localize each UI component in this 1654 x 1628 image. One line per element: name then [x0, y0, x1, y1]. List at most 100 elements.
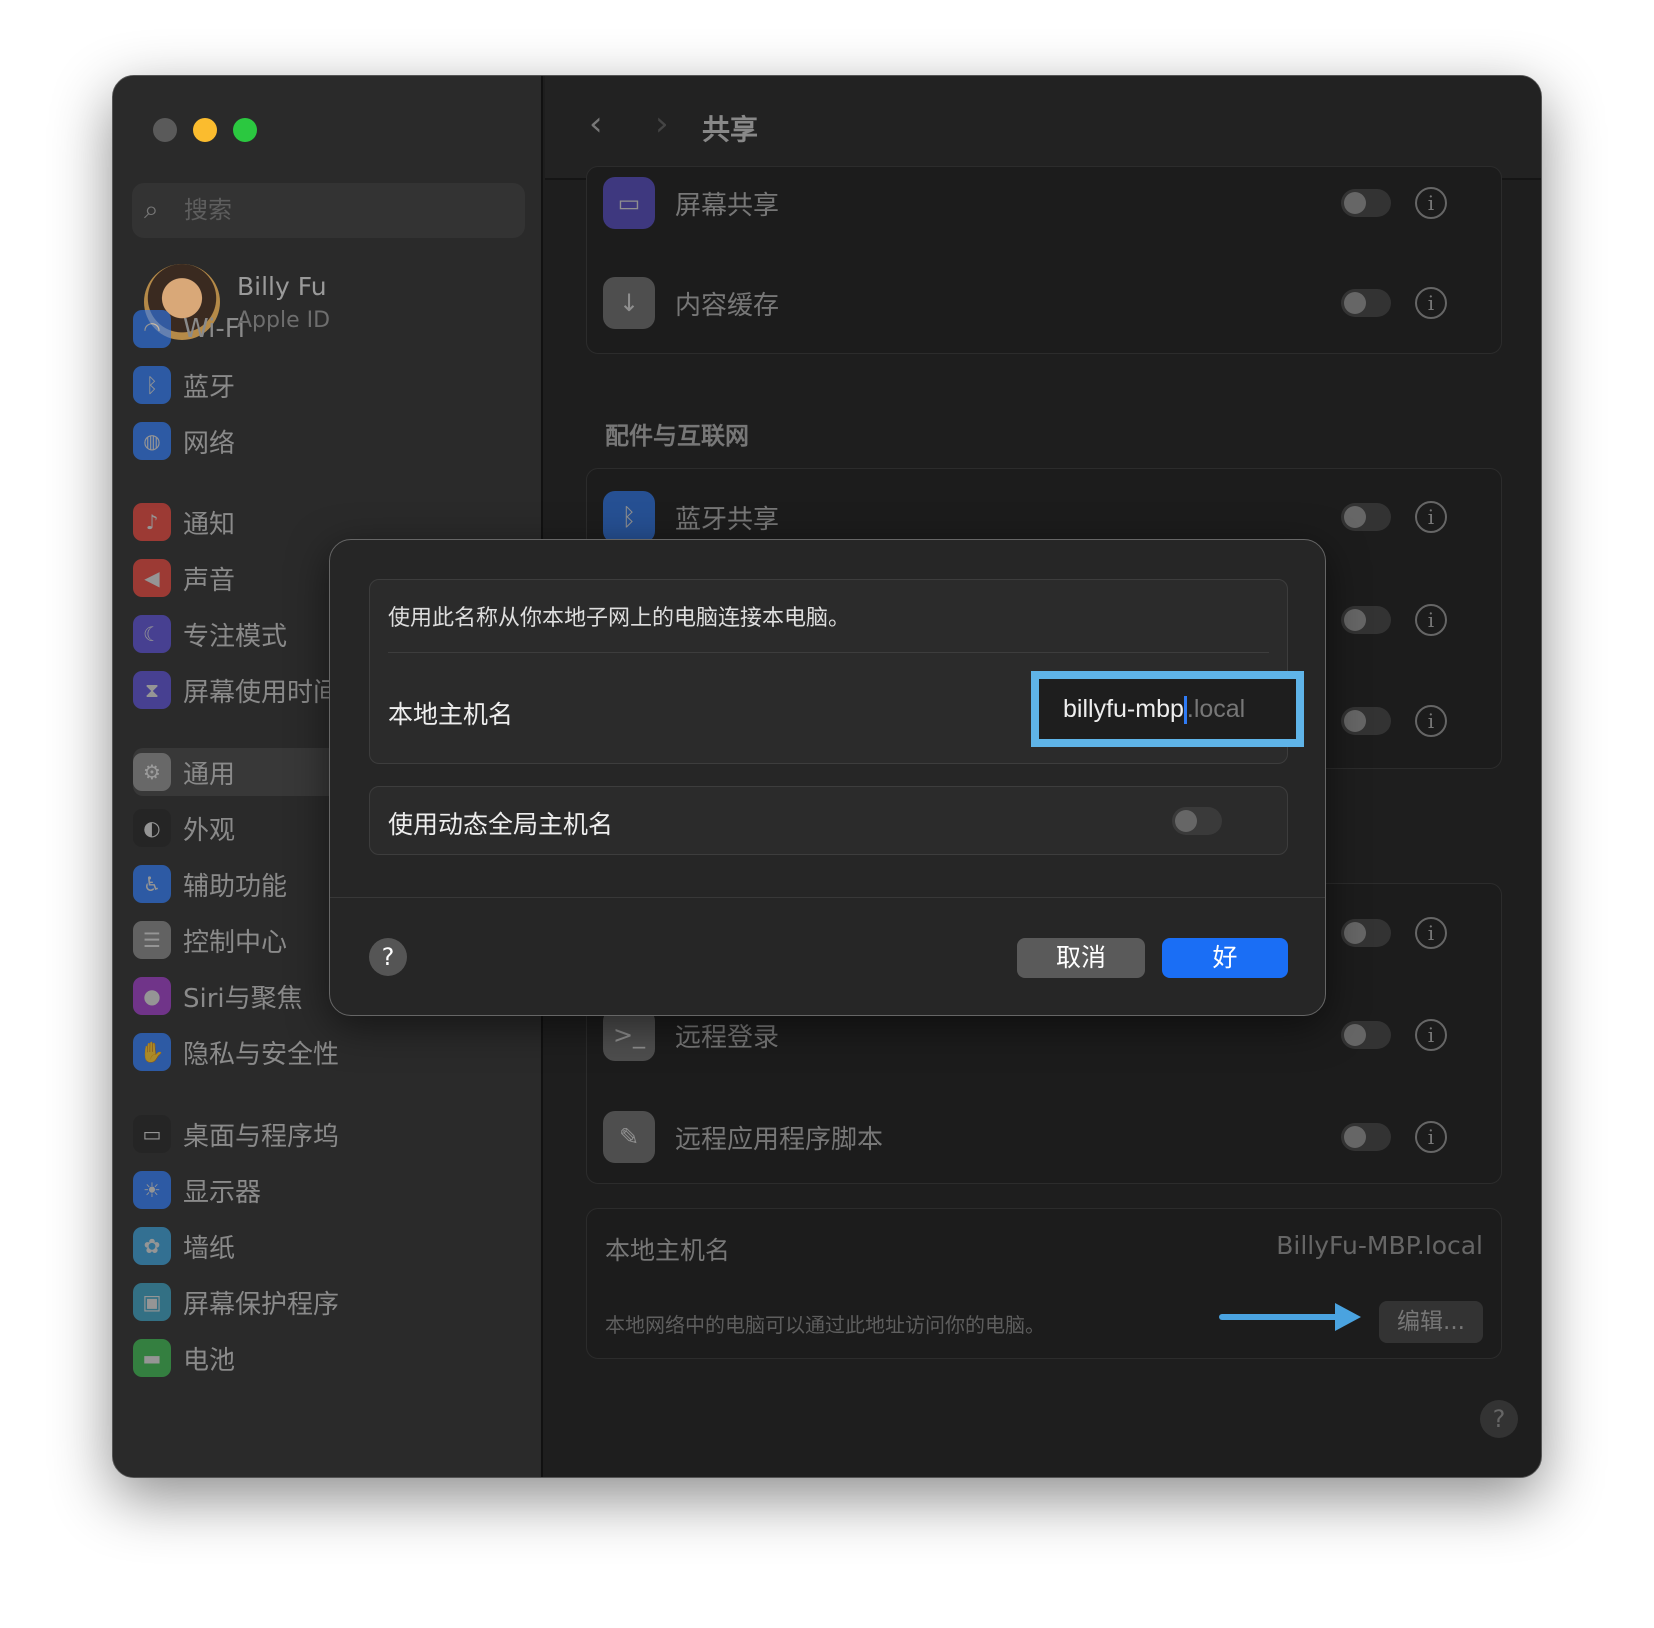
forward-button[interactable]: ›	[655, 104, 669, 144]
sidebar-item-label: 辅助功能	[183, 871, 288, 902]
sidebar-item[interactable]: ▭ 桌面与程序坞	[133, 1110, 525, 1158]
sidebar-item-label: 隐私与安全性	[183, 1039, 340, 1070]
hostname-input[interactable]: billyfu-mbp .local	[1031, 671, 1304, 747]
row-label: 远程应用程序脚本	[675, 1124, 884, 1155]
help-button[interactable]: ?	[1480, 1400, 1518, 1438]
info-icon[interactable]: i	[1415, 1019, 1447, 1051]
info-icon[interactable]: i	[1415, 705, 1447, 737]
info-icon[interactable]: i	[1415, 187, 1447, 219]
sidebar-item-label: 屏幕保护程序	[183, 1289, 340, 1320]
sharing-row: ↓ 内容缓存 i	[603, 273, 1483, 333]
search-icon: ⌕	[144, 195, 159, 225]
close-window-button[interactable]	[153, 118, 177, 142]
speaker-icon: ◀	[133, 559, 171, 597]
sidebar-item-label: 通用	[183, 759, 236, 790]
row-label: 远程登录	[675, 1022, 780, 1053]
service-toggle[interactable]	[1341, 1123, 1391, 1151]
minimize-window-button[interactable]	[193, 118, 217, 142]
sidebar-item-label: 显示器	[183, 1177, 262, 1208]
toolbar: ‹ › 共享	[545, 76, 1541, 180]
terminal-icon: >_	[603, 1009, 655, 1061]
info-icon[interactable]: i	[1415, 287, 1447, 319]
annotation-arrow	[1219, 1314, 1339, 1320]
bell-icon: ♪	[133, 503, 171, 541]
card-hostname: 本地主机名 BillyFu-MBP.local 本地网络中的电脑可以通过此地址访…	[586, 1208, 1502, 1359]
bluetooth-icon: ᛒ	[603, 491, 655, 543]
screensaver-icon: ▣	[133, 1283, 171, 1321]
content-cache-icon: ↓	[603, 277, 655, 329]
control-center-icon: ☰	[133, 921, 171, 959]
sidebar-item-label: Wi-Fi	[183, 314, 246, 344]
sharing-row: ▭ 屏幕共享 i	[603, 173, 1483, 233]
service-toggle[interactable]	[1341, 189, 1391, 217]
info-icon[interactable]: i	[1415, 917, 1447, 949]
cancel-button[interactable]: 取消	[1017, 938, 1145, 978]
sidebar-item-label: 墙纸	[183, 1233, 236, 1264]
sidebar-item-label: 桌面与程序坞	[183, 1121, 340, 1152]
service-toggle[interactable]	[1341, 503, 1391, 531]
edit-hostname-button[interactable]: 编辑...	[1379, 1301, 1483, 1343]
script-icon: ✎	[603, 1111, 655, 1163]
sidebar-item[interactable]: ✋ 隐私与安全性	[133, 1028, 525, 1076]
appearance-icon: ◐	[133, 809, 171, 847]
battery-icon: ▬	[133, 1339, 171, 1377]
service-toggle[interactable]	[1341, 707, 1391, 735]
sidebar-item-label: 外观	[183, 815, 236, 846]
row-label: 内容缓存	[675, 290, 780, 321]
sidebar-item[interactable]: ᛒ 蓝牙	[133, 361, 525, 409]
zoom-window-button[interactable]	[233, 118, 257, 142]
hostname-input-value: billyfu-mbp	[1063, 695, 1184, 723]
info-icon[interactable]: i	[1415, 604, 1447, 636]
screen-sharing-icon: ▭	[603, 177, 655, 229]
bluetooth-icon: ᛒ	[133, 366, 171, 404]
sidebar-item[interactable]: ✿ 墙纸	[133, 1222, 525, 1270]
globe-icon: ◍	[133, 422, 171, 460]
hostname-value: BillyFu-MBP.local	[1276, 1231, 1483, 1260]
hostname-dialog: 使用此名称从你本地子网上的电脑连接本电脑。 本地主机名 billyfu-mbp.…	[329, 539, 1326, 1016]
sidebar-item[interactable]: ◍ 网络	[133, 417, 525, 465]
page-title: 共享	[702, 113, 759, 146]
service-toggle[interactable]	[1341, 919, 1391, 947]
dynamic-hostname-row: 使用动态全局主机名	[369, 786, 1288, 855]
ok-button[interactable]: 好	[1162, 938, 1288, 978]
row-label: 屏幕共享	[675, 190, 780, 221]
annotation-arrow-head	[1335, 1303, 1361, 1331]
sidebar-item-label: Siri与聚焦	[183, 983, 303, 1014]
info-icon[interactable]: i	[1415, 501, 1447, 533]
sidebar-item-label: 声音	[183, 565, 236, 596]
service-toggle[interactable]	[1341, 1021, 1391, 1049]
dock-icon: ▭	[133, 1115, 171, 1153]
search-input[interactable]: ⌕ 搜索	[132, 183, 525, 238]
hourglass-icon: ⧗	[133, 671, 171, 709]
gear-icon: ⚙	[133, 753, 171, 791]
sidebar-item-label: 专注模式	[183, 621, 288, 652]
service-toggle[interactable]	[1341, 606, 1391, 634]
sidebar-item-label: 蓝牙	[183, 372, 236, 403]
sidebar-item[interactable]: ▣ 屏幕保护程序	[133, 1278, 525, 1326]
service-toggle[interactable]	[1341, 289, 1391, 317]
user-name[interactable]: Billy Fu	[237, 272, 327, 301]
flower-icon: ✿	[133, 1227, 171, 1265]
dialog-help-button[interactable]: ?	[369, 938, 407, 976]
sidebar-item[interactable]: ▬ 电池	[133, 1334, 525, 1382]
accessibility-icon: ♿	[133, 865, 171, 903]
sidebar-item[interactable]: ☀ 显示器	[133, 1166, 525, 1214]
sidebar-item[interactable]: ◠ Wi-Fi	[133, 305, 525, 353]
hostname-field-label: 本地主机名	[388, 700, 514, 729]
row-label: 蓝牙共享	[675, 504, 780, 535]
back-button[interactable]: ‹	[589, 104, 603, 144]
sharing-row: ✎ 远程应用程序脚本 i	[603, 1107, 1483, 1167]
sun-icon: ☀	[133, 1171, 171, 1209]
dynamic-hostname-toggle[interactable]	[1172, 807, 1222, 835]
siri-icon: ●	[133, 977, 171, 1015]
divider	[330, 897, 1325, 898]
dialog-description: 使用此名称从你本地子网上的电脑连接本电脑。	[388, 606, 851, 631]
hostname-description: 本地网络中的电脑可以通过此地址访问你的电脑。	[605, 1313, 1045, 1337]
info-icon[interactable]: i	[1415, 1121, 1447, 1153]
dynamic-hostname-label: 使用动态全局主机名	[388, 810, 614, 839]
section-title: 配件与互联网	[605, 422, 749, 450]
search-placeholder: 搜索	[184, 196, 232, 224]
sharing-row: ᛒ 蓝牙共享 i	[603, 487, 1483, 547]
hand-icon: ✋	[133, 1033, 171, 1071]
hostname-suffix: .local	[1186, 695, 1246, 723]
